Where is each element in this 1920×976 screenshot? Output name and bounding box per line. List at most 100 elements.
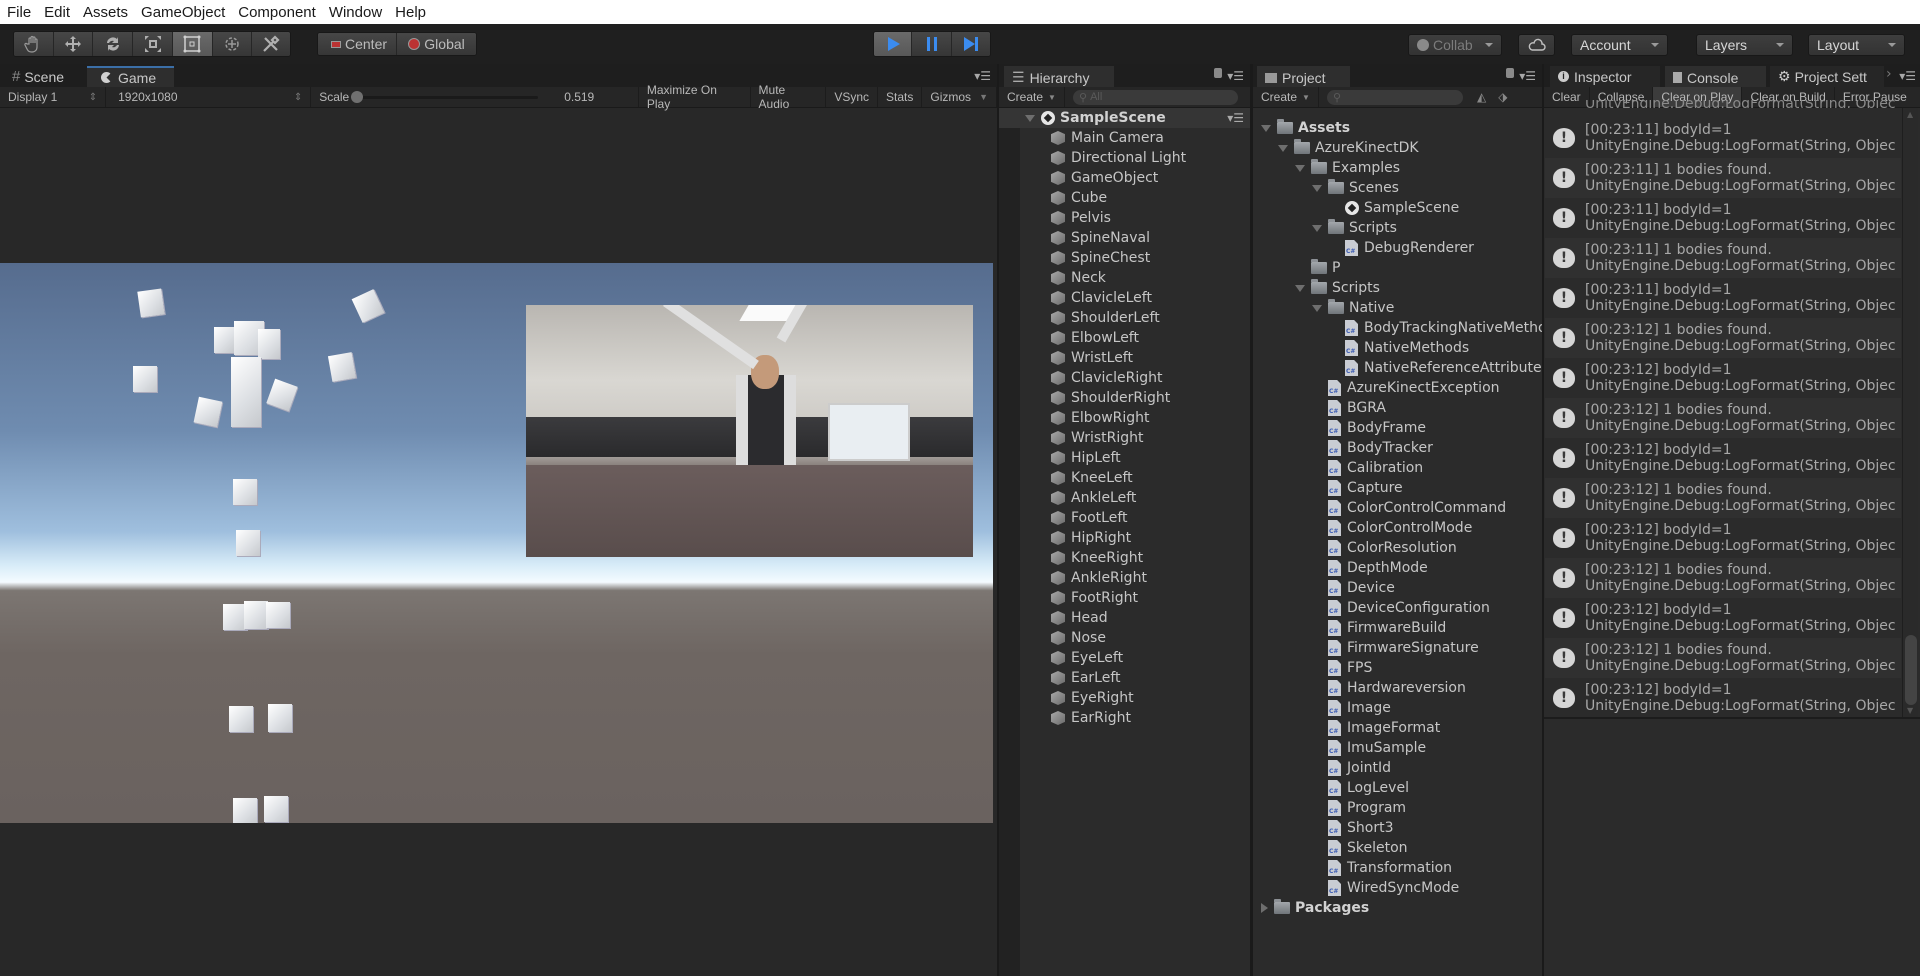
menu-help[interactable]: Help [395,4,426,21]
pivot-global-button[interactable]: Global [397,33,476,55]
layout-dropdown[interactable]: Layout [1808,34,1905,56]
tab-project-settings[interactable]: ⚙ Project Sett [1770,66,1884,87]
hierarchy-item[interactable]: EyeRight [1051,688,1134,708]
console-log-entry[interactable]: ! [00:23:12] 1 bodies found. UnityEngine.D… [1545,558,1901,598]
vsync-toggle[interactable]: VSync [826,87,879,107]
project-folder-item[interactable]: Scripts [1295,278,1380,298]
console-log-entry[interactable]: ! [00:23:12] bodyId=1 UnityEngine.Debug:Lo… [1545,438,1901,478]
project-script-item[interactable]: Image [1312,698,1391,718]
collapse-arrow-icon[interactable] [1295,164,1305,172]
collapse-arrow-icon[interactable] [1312,184,1322,192]
project-folder-item[interactable]: Examples [1295,158,1400,178]
project-script-item[interactable]: BodyTracker [1312,438,1433,458]
hierarchy-item[interactable]: ShoulderRight [1051,388,1170,408]
panel-divider[interactable] [997,64,999,976]
rect-tool-button[interactable] [172,32,213,56]
console-scrollbar[interactable]: ▲ ▼ [1902,108,1918,717]
console-log-entry[interactable]: ! [00:23:12] 1 bodies found. UnityEngine.D… [1545,638,1901,678]
project-folder-item[interactable]: Scenes [1312,178,1399,198]
lock-icon[interactable] [1214,68,1222,78]
project-script-item[interactable]: NativeMethods [1329,338,1469,358]
hierarchy-item[interactable]: Neck [1051,268,1106,288]
project-script-item[interactable]: DebugRenderer [1329,238,1474,258]
scene-menu-icon[interactable]: ▾☰ [1227,111,1244,125]
collapse-arrow-icon[interactable] [1312,304,1322,312]
step-button[interactable] [951,32,990,56]
transform-tool-button[interactable] [212,32,253,56]
stats-toggle[interactable]: Stats [878,87,923,107]
scroll-down-icon[interactable]: ▼ [1907,706,1913,715]
project-script-item[interactable]: Hardwareversion [1312,678,1466,698]
project-script-item[interactable]: BodyFrame [1312,418,1426,438]
console-log-entry[interactable]: ! [00:23:12] 1 bodies found. UnityEngine.D… [1545,398,1901,438]
tab-scene[interactable]: # Scene [4,66,72,87]
project-script-item[interactable]: BodyTrackingNativeMethods [1329,318,1542,338]
console-log-entry[interactable]: ! [00:23:12] bodyId=1 UnityEngine.Debug:Lo… [1545,598,1901,638]
project-folder-item[interactable]: Native [1312,298,1394,318]
menu-file[interactable]: File [7,4,31,21]
project-folder-item[interactable]: Packages [1261,898,1369,918]
hierarchy-item[interactable]: HipLeft [1051,448,1121,468]
collapse-arrow-icon[interactable] [1261,124,1271,132]
project-script-item[interactable]: NativeReferenceAttribute [1329,358,1542,378]
hierarchy-item[interactable]: SpineChest [1051,248,1150,268]
hierarchy-item[interactable]: ElbowLeft [1051,328,1139,348]
project-script-item[interactable]: ImuSample [1312,738,1426,758]
console-log-entry[interactable]: ! [00:23:12] bodyId=1 UnityEngine.Debug:Lo… [1545,678,1901,718]
collapse-arrow-icon[interactable] [1312,224,1322,232]
hierarchy-item[interactable]: Main Camera [1051,128,1164,148]
hierarchy-item[interactable]: GameObject [1051,168,1158,188]
hierarchy-item[interactable]: Cube [1051,188,1107,208]
scale-slider[interactable] [353,96,539,99]
chevron-right-icon[interactable]: › [1886,66,1892,82]
project-folder-item[interactable]: Scripts [1312,218,1397,238]
hierarchy-item[interactable]: EarLeft [1051,668,1121,688]
project-script-item[interactable]: Short3 [1312,818,1393,838]
menu-window[interactable]: Window [329,4,382,21]
rotate-tool-button[interactable] [93,32,134,56]
console-log-entry[interactable]: ! [00:23:11] bodyId=1 UnityEngine.Debug:Lo… [1545,198,1901,238]
scale-tool-button[interactable] [133,32,173,56]
project-script-item[interactable]: Device [1312,578,1395,598]
tab-inspector[interactable]: i Inspector [1550,66,1660,87]
project-script-item[interactable]: DepthMode [1312,558,1428,578]
hierarchy-item[interactable]: Head [1051,608,1108,628]
pause-button[interactable] [912,32,952,56]
project-script-item[interactable]: ColorControlCommand [1312,498,1506,518]
console-log-entry[interactable]: ! [00:23:12] bodyId=1 UnityEngine.Debug:Lo… [1545,518,1901,558]
expand-arrow-icon[interactable] [1261,903,1268,913]
hierarchy-item[interactable]: EarRight [1051,708,1131,728]
project-script-item[interactable]: DeviceConfiguration [1312,598,1490,618]
menu-assets[interactable]: Assets [83,4,128,21]
panel-menu-icon[interactable]: ▾☰ [974,69,991,83]
scroll-up-icon[interactable]: ▲ [1907,110,1913,119]
console-scrollbar-thumb[interactable] [1905,635,1917,705]
display-select[interactable]: Display 1 ⇕ [0,87,107,107]
project-script-item[interactable]: JointId [1312,758,1391,778]
hierarchy-item[interactable]: AnkleLeft [1051,488,1136,508]
hierarchy-item[interactable]: HipRight [1051,528,1131,548]
project-folder-item[interactable]: Assets [1261,118,1350,138]
resolution-select[interactable]: 1920x1080 ⇕ [106,87,312,107]
account-dropdown[interactable]: Account [1571,34,1668,56]
hierarchy-item[interactable]: ShoulderLeft [1051,308,1160,328]
project-script-item[interactable]: FirmwareSignature [1312,638,1479,658]
project-script-item[interactable]: WiredSyncMode [1312,878,1459,898]
console-log-entry[interactable]: ! [00:23:12] 1 bodies found. UnityEngine.D… [1545,318,1901,358]
menu-edit[interactable]: Edit [44,4,70,21]
hierarchy-item[interactable]: WristRight [1051,428,1144,448]
project-script-item[interactable]: ColorResolution [1312,538,1457,558]
project-script-item[interactable]: BGRA [1312,398,1386,418]
console-log-entry[interactable]: ! [00:23:12] 1 bodies found. UnityEngine.D… [1545,478,1901,518]
hierarchy-item[interactable]: EyeLeft [1051,648,1123,668]
hierarchy-item[interactable]: WristLeft [1051,348,1133,368]
hierarchy-item[interactable]: SpineNaval [1051,228,1150,248]
tab-console[interactable]: Console [1665,66,1766,87]
hierarchy-item[interactable]: ClavicleRight [1051,368,1163,388]
project-script-item[interactable]: Transformation [1312,858,1452,878]
menu-component[interactable]: Component [238,4,316,21]
hierarchy-search-input[interactable]: ⚲ All [1073,89,1238,105]
collapse-arrow-icon[interactable] [1278,144,1288,152]
console-log-entry[interactable]: ! [00:23:11] bodyId=1 UnityEngine.Debug:Lo… [1545,278,1901,318]
scene-root-row[interactable]: SampleScene ▾☰ [999,108,1250,128]
